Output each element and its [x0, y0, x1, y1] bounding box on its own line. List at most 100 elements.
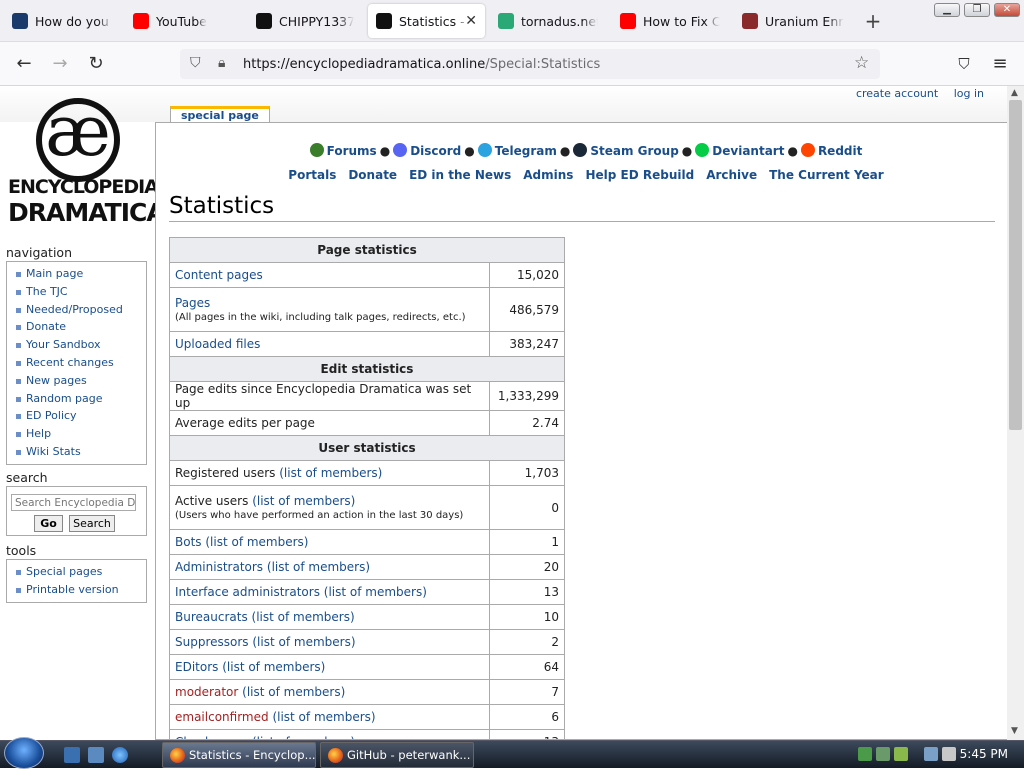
stat-label[interactable]: Pages — [175, 296, 210, 310]
shield-icon[interactable]: ⛉ — [190, 55, 201, 71]
internet-explorer-icon[interactable] — [112, 747, 128, 763]
page-scrollbar[interactable]: ▲ ▼ — [1007, 86, 1024, 740]
tab-6[interactable]: Uranium Enrich — [734, 4, 852, 38]
minimize-button[interactable]: ▁ — [934, 3, 960, 17]
show-desktop-icon[interactable] — [64, 747, 80, 763]
lock-icon[interactable]: 🔒︎ — [218, 55, 225, 71]
search-input[interactable] — [11, 494, 136, 511]
stat-label[interactable]: Interface administrators — [175, 585, 320, 599]
url-bar[interactable]: ⛉ 🔒︎ https://encyclopediadramatica.onlin… — [180, 49, 880, 79]
sidebar-item[interactable]: Help — [7, 425, 146, 443]
tools-item[interactable]: Printable version — [7, 581, 146, 599]
taskbar-window-github[interactable]: GitHub - peterwank... — [320, 742, 474, 768]
sidebar-item[interactable]: Main page — [7, 265, 146, 283]
close-window-button[interactable]: ✕ — [994, 3, 1020, 17]
stat-label[interactable]: Bots — [175, 535, 202, 549]
stat-label-cell: EDitors (list of members) — [169, 654, 490, 680]
notice-link[interactable]: The Current Year — [769, 168, 884, 182]
stat-label[interactable]: Administrators — [175, 560, 263, 574]
taskbar-window-statistics[interactable]: Statistics - Encyclop... — [162, 742, 316, 768]
list-of-members-link[interactable]: (list of members) — [252, 635, 355, 649]
list-of-members-link[interactable]: (list of members) — [252, 494, 355, 508]
notice-link[interactable]: Archive — [706, 168, 757, 182]
forums-icon[interactable] — [309, 143, 324, 157]
notice-link[interactable]: Help ED Rebuild — [585, 168, 694, 182]
forward-arrow-icon[interactable]: → — [48, 52, 72, 76]
notice-link[interactable]: Donate — [348, 168, 397, 182]
sidebar-item[interactable]: ED Policy — [7, 407, 146, 425]
stat-label[interactable]: emailconfirmed — [175, 710, 269, 724]
scroll-down-icon[interactable]: ▼ — [1011, 726, 1018, 736]
stat-label[interactable]: EDitors — [175, 660, 218, 674]
notice-link[interactable]: Portals — [288, 168, 336, 182]
notice-link[interactable]: Deviantart — [712, 144, 784, 158]
notice-link[interactable]: Reddit — [818, 144, 862, 158]
list-of-members-link[interactable]: (list of members) — [205, 535, 308, 549]
list-of-members-link[interactable]: (list of members) — [324, 585, 427, 599]
reddit-icon[interactable] — [800, 143, 815, 157]
list-of-members-link[interactable]: (list of members) — [252, 610, 355, 624]
notice-link[interactable]: Forums — [327, 144, 377, 158]
navigation-portlet: Main page The TJC Needed/Proposed Donate You… — [6, 261, 147, 465]
pocket-icon[interactable]: ⛉ — [952, 52, 976, 76]
list-of-members-link[interactable]: (list of members) — [242, 685, 345, 699]
tab-4[interactable]: tornadus.net - — [490, 4, 606, 38]
tray-app-icon[interactable] — [894, 747, 908, 761]
log-in-link[interactable]: log in — [954, 87, 984, 100]
scroll-thumb[interactable] — [1009, 100, 1022, 430]
sidebar-item[interactable]: Wiki Stats — [7, 443, 146, 461]
list-of-members-link[interactable]: (list of members) — [267, 560, 370, 574]
list-of-members-link[interactable]: (list of members) — [272, 710, 375, 724]
go-button[interactable]: Go — [34, 515, 63, 532]
notice-link[interactable]: Admins — [523, 168, 573, 182]
network-icon[interactable] — [924, 747, 938, 761]
create-account-link[interactable]: create account — [856, 87, 938, 100]
notice-link[interactable]: Steam Group — [590, 144, 678, 158]
start-button[interactable] — [4, 737, 44, 769]
stat-label[interactable]: Bureaucrats — [175, 610, 248, 624]
new-tab-button[interactable]: + — [862, 10, 884, 32]
table-row: Administrators (list of members) 20 — [169, 554, 565, 580]
sidebar-item[interactable]: Your Sandbox — [7, 336, 146, 354]
stat-label[interactable]: Suppressors — [175, 635, 249, 649]
switch-windows-icon[interactable] — [88, 747, 104, 763]
tab-5[interactable]: How to Fix Cur — [612, 4, 728, 38]
site-logo[interactable]: æ ENCYCLOPEDIA DRAMATICA — [8, 96, 166, 236]
tools-item[interactable]: Special pages — [7, 563, 146, 581]
reload-icon[interactable]: ↻ — [84, 52, 108, 76]
scroll-up-icon[interactable]: ▲ — [1011, 88, 1018, 98]
menu-icon[interactable]: ≡ — [988, 52, 1012, 76]
sidebar-item[interactable]: Recent changes — [7, 354, 146, 372]
tab-0[interactable]: How do you m — [4, 4, 121, 38]
bookmark-star-icon[interactable]: ☆ — [854, 53, 869, 73]
sidebar-item[interactable]: Needed/Proposed — [7, 301, 146, 319]
tray-users-icon[interactable] — [858, 747, 872, 761]
sidebar-item[interactable]: New pages — [7, 372, 146, 390]
steam-group-icon[interactable] — [573, 143, 588, 157]
stat-label[interactable]: Content pages — [175, 268, 263, 282]
list-of-members-link[interactable]: (list of members) — [279, 466, 382, 480]
sidebar-item[interactable]: Donate — [7, 318, 146, 336]
telegram-icon[interactable] — [477, 143, 492, 157]
stat-label[interactable]: Uploaded files — [175, 337, 260, 351]
tray-app-icon[interactable] — [876, 747, 890, 761]
sidebar-item[interactable]: The TJC — [7, 283, 146, 301]
tab-2[interactable]: CHIPPY1337 - E — [248, 4, 362, 38]
search-button[interactable]: Search — [69, 515, 115, 532]
notice-link[interactable]: Discord — [410, 144, 461, 158]
list-of-members-link[interactable]: (list of members) — [222, 660, 325, 674]
stat-label[interactable]: moderator — [175, 685, 238, 699]
stat-value: 2 — [489, 629, 565, 655]
tab-3[interactable]: Statistics - E ✕ — [368, 4, 485, 38]
maximize-button[interactable]: ❐ — [964, 3, 990, 17]
close-tab-icon[interactable]: ✕ — [465, 13, 477, 29]
sidebar-item[interactable]: Random page — [7, 390, 146, 408]
discord-icon[interactable] — [393, 143, 408, 157]
volume-muted-icon[interactable] — [942, 747, 956, 761]
table-row: Average edits per page 2.74 — [169, 410, 565, 436]
tab-1[interactable]: YouTube — [125, 4, 241, 38]
deviantart-icon[interactable] — [695, 143, 710, 157]
notice-link[interactable]: ED in the News — [409, 168, 511, 182]
notice-link[interactable]: Telegram — [495, 144, 557, 158]
back-arrow-icon[interactable]: ← — [12, 52, 36, 76]
